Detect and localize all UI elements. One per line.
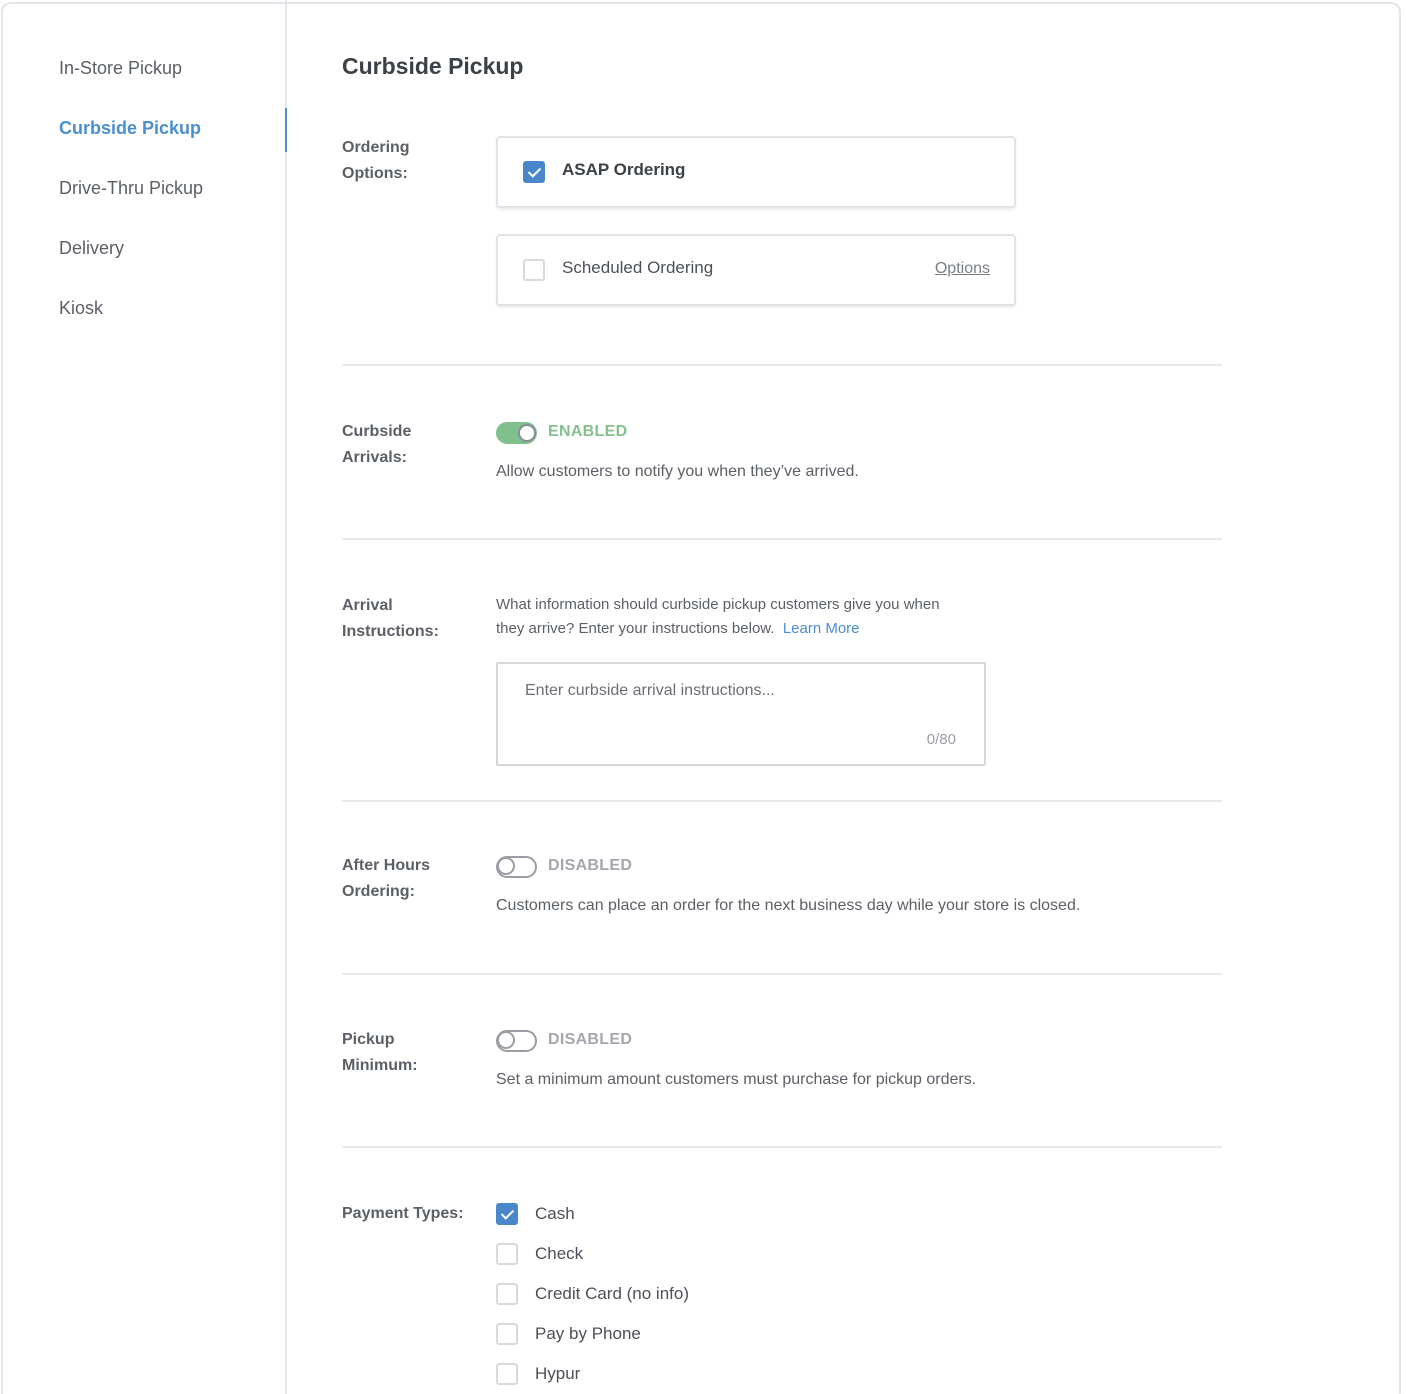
after-hours-ordering-status: DISABLED [548,857,633,874]
divider [342,973,1222,975]
pay-by-phone-checkbox[interactable] [496,1323,518,1345]
payment-types-label: Payment Types: [342,1205,464,1222]
page-title: Curbside Pickup [342,53,524,79]
sidebar-nav: In-Store Pickup Curbside Pickup Drive-Th… [0,0,287,1394]
toggle-knob [497,1031,515,1049]
scheduled-ordering-label: Scheduled Ordering [562,258,714,277]
divider [342,538,1222,540]
scheduled-options-link[interactable]: Options [935,260,990,278]
curbside-arrivals-toggle[interactable] [496,422,537,444]
divider [342,1146,1222,1148]
cash-checkbox[interactable] [496,1203,518,1225]
curbside-arrivals-label: Curbside Arrivals: [342,423,412,466]
arrival-instructions-help: What information should curbside pickup … [496,593,996,641]
credit-card-checkbox[interactable] [496,1283,518,1305]
scheduled-ordering-checkbox[interactable] [523,259,545,281]
after-hours-ordering-toggle[interactable] [496,856,537,878]
help-line-2: they arrive? Enter your instructions bel… [496,620,775,637]
pay-by-phone-label: Pay by Phone [535,1324,641,1343]
check-checkbox[interactable] [496,1243,518,1265]
learn-more-link[interactable]: Learn More [783,620,860,637]
curbside-arrivals-description: Allow customers to notify you when they’… [496,463,859,480]
asap-ordering-card[interactable]: ASAP Ordering [496,136,1016,208]
pickup-minimum-description: Set a minimum amount customers must purc… [496,1071,977,1088]
sidebar-item-drive-thru-pickup[interactable]: Drive-Thru Pickup [59,173,203,203]
toggle-knob [497,857,515,875]
divider [342,364,1222,366]
ordering-options-label: Ordering Options: [342,139,410,182]
cash-label: Cash [535,1204,575,1223]
check-label: Check [535,1244,584,1263]
divider [342,800,1222,802]
after-hours-ordering-description: Customers can place an order for the nex… [496,897,1081,914]
credit-card-label: Credit Card (no info) [535,1284,690,1303]
character-count: 0/80 [926,731,956,748]
after-hours-ordering-label: After Hours Ordering: [342,857,431,900]
toggle-knob [518,424,536,442]
sidebar-item-kiosk[interactable]: Kiosk [59,293,103,323]
hypur-checkbox[interactable] [496,1363,518,1385]
sidebar-item-curbside-pickup[interactable]: Curbside Pickup [59,113,201,143]
active-nav-indicator [285,108,287,152]
sidebar-item-delivery[interactable]: Delivery [59,233,124,263]
arrival-instructions-label: Arrival Instructions: [342,597,439,640]
asap-ordering-checkbox[interactable] [523,161,545,183]
pickup-minimum-toggle[interactable] [496,1030,537,1052]
curbside-arrivals-status: ENABLED [548,423,628,440]
arrival-instructions-field: 0/80 [496,662,986,766]
asap-ordering-label: ASAP Ordering [562,160,686,179]
help-line-1: What information should curbside pickup … [496,596,940,613]
pickup-minimum-status: DISABLED [548,1031,633,1048]
hypur-label: Hypur [535,1364,581,1383]
main-content: Curbside Pickup Ordering Options: ASAP O… [342,0,1222,1394]
scheduled-ordering-card[interactable]: Scheduled Ordering Options [496,234,1016,306]
pickup-minimum-label: Pickup Minimum: [342,1031,418,1074]
arrival-instructions-textarea[interactable] [498,664,984,764]
sidebar-item-in-store-pickup[interactable]: In-Store Pickup [59,53,182,83]
